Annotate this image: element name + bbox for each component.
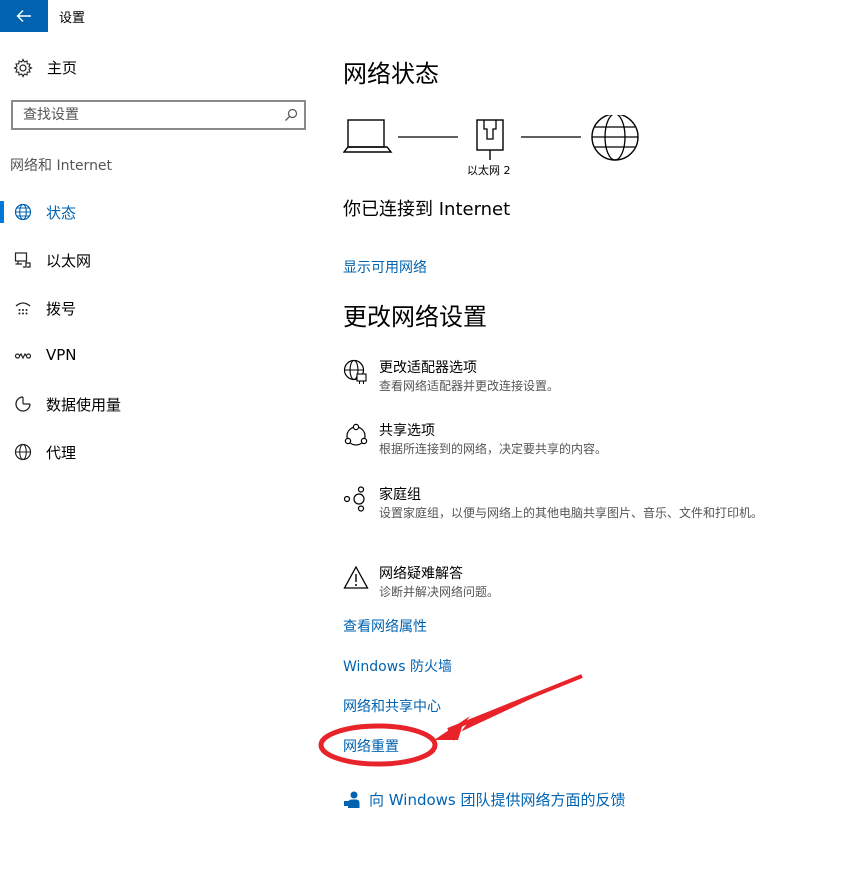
sidebar-nav: 状态 以太网 拨号 VPN 数据使用量 代理	[0, 188, 320, 476]
sidebar-item-proxy[interactable]: 代理	[0, 428, 320, 476]
sidebar-item-ethernet[interactable]: 以太网	[0, 236, 320, 284]
data-usage-icon	[15, 396, 31, 412]
sidebar-home-label: 主页	[47, 59, 78, 77]
ethernet-icon	[14, 252, 31, 268]
sidebar-item-status[interactable]: 状态	[0, 188, 320, 236]
page-title: 网络状态	[343, 60, 439, 88]
sidebar-item-label: 状态	[46, 204, 77, 222]
window-title: 设置	[59, 11, 86, 26]
feedback-link[interactable]: 向 Windows 团队提供网络方面的反馈	[343, 789, 626, 810]
feedback-person-icon	[344, 791, 360, 808]
back-arrow-icon	[16, 10, 31, 22]
search-box[interactable]	[11, 100, 306, 130]
option-title: 家庭组	[379, 487, 421, 503]
option-title: 网络疑难解答	[379, 566, 463, 582]
option-description: 设置家庭组，以便与网络上的其他电脑共享图片、音乐、文件和打印机。	[379, 506, 764, 520]
homegroup-icon	[343, 486, 365, 512]
option-title: 更改适配器选项	[379, 360, 477, 376]
globe-icon	[14, 443, 32, 461]
change-settings-heading: 更改网络设置	[343, 303, 487, 331]
sidebar-item-label: 数据使用量	[46, 396, 122, 414]
sharing-icon	[344, 423, 368, 446]
connection-status-text: 你已连接到 Internet	[343, 199, 511, 220]
internet-globe-icon	[591, 115, 639, 161]
sidebar-item-label: VPN	[46, 346, 77, 364]
back-button[interactable]	[0, 0, 48, 32]
option-description: 查看网络适配器并更改连接设置。	[379, 379, 560, 393]
option-title: 共享选项	[379, 423, 435, 439]
feedback-link-label: 向 Windows 团队提供网络方面的反馈	[369, 791, 626, 809]
network-reset-link[interactable]: 网络重置	[343, 736, 399, 756]
sidebar-item-label: 以太网	[46, 252, 92, 270]
gear-icon	[13, 57, 33, 78]
sidebar-section-label: 网络和 Internet	[10, 158, 113, 174]
search-input[interactable]	[13, 102, 273, 128]
vpn-icon	[14, 352, 32, 360]
show-networks-link[interactable]: 显示可用网络	[343, 257, 427, 277]
sidebar-item-label: 拨号	[46, 300, 77, 318]
sidebar-item-data-usage[interactable]: 数据使用量	[0, 380, 320, 428]
main-content: 网络状态 以太网 2 你已连接到 Internet 显示可用网络 更改网络设置	[343, 0, 823, 870]
sidebar-home[interactable]: 主页	[13, 57, 77, 78]
adapter-icon	[343, 359, 367, 384]
network-properties-link[interactable]: 查看网络属性	[343, 616, 427, 636]
ethernet-adapter-label: 以太网 2	[467, 164, 511, 177]
globe-icon	[14, 203, 32, 221]
option-description: 根据所连接到的网络，决定要共享的内容。	[379, 442, 608, 456]
windows-firewall-link[interactable]: Windows 防火墙	[343, 656, 452, 676]
search-icon	[285, 108, 298, 121]
sidebar-item-vpn[interactable]: VPN	[0, 332, 320, 380]
sharing-center-link[interactable]: 网络和共享中心	[343, 696, 441, 716]
option-description: 诊断并解决网络问题。	[379, 585, 500, 599]
dialup-icon	[15, 302, 31, 315]
sidebar-item-dialup[interactable]: 拨号	[0, 284, 320, 332]
warning-icon	[343, 565, 369, 589]
ethernet-port-icon	[476, 119, 504, 160]
laptop-icon	[343, 119, 393, 153]
sidebar-item-label: 代理	[46, 444, 77, 462]
